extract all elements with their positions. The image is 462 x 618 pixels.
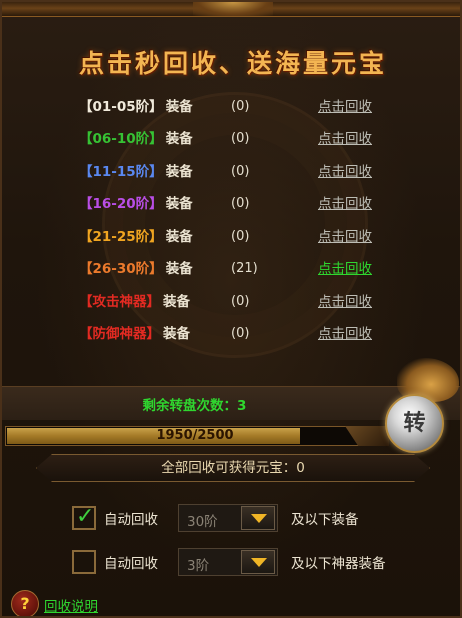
chevron-down-icon xyxy=(251,514,267,523)
tier-name: 【26-30阶】 装备 xyxy=(79,258,193,280)
recycle-row: 【01-05阶】 装备 (0) 点击回收 xyxy=(2,96,460,118)
dropdown-button[interactable] xyxy=(241,506,275,530)
recycle-row: 【防御神器】 装备 (0) 点击回收 xyxy=(2,323,460,345)
progress-text: 1950/2500 xyxy=(156,428,234,443)
tier-name: 【01-05阶】 装备 xyxy=(79,96,193,118)
item-count: (0) xyxy=(231,196,250,211)
help-icon[interactable]: ? xyxy=(11,590,39,616)
item-count: (0) xyxy=(231,326,250,341)
item-count: (0) xyxy=(231,131,250,146)
tier-label: 【21-25阶】 xyxy=(79,229,163,245)
equipment-word: 装备 xyxy=(165,99,193,115)
auto-recycle-equipment-checkbox[interactable]: ✓ xyxy=(72,504,96,530)
equipment-word: 装备 xyxy=(163,294,190,310)
recycle-row: 【21-25阶】 装备 (0) 点击回收 xyxy=(2,226,460,248)
equipment-word: 装备 xyxy=(165,261,193,277)
tier-name: 【11-15阶】 装备 xyxy=(79,161,193,183)
recycle-row: 【16-20阶】 装备 (0) 点击回收 xyxy=(2,193,460,215)
auto-recycle-artifact-checkbox[interactable]: ✓ xyxy=(72,550,96,574)
recycle-row: 【攻击神器】 装备 (0) 点击回收 xyxy=(2,291,460,313)
tier-name: 【21-25阶】 装备 xyxy=(79,226,193,248)
recycle-link[interactable]: 点击回收 xyxy=(318,128,372,150)
recycle-link[interactable]: 点击回收 xyxy=(318,291,372,313)
item-count: (21) xyxy=(231,261,258,276)
tier-label: 【16-20阶】 xyxy=(79,196,163,212)
equipment-tier-select[interactable]: 30阶 xyxy=(178,504,278,532)
recycle-row: 【11-15阶】 装备 (0) 点击回收 xyxy=(2,161,460,183)
select-value: 30阶 xyxy=(187,514,218,530)
dropdown-button[interactable] xyxy=(241,550,275,574)
chevron-down-icon xyxy=(251,558,267,567)
spin-button[interactable]: 转 xyxy=(385,394,444,453)
recycle-link[interactable]: 点击回收 xyxy=(318,226,372,248)
recycle-link[interactable]: 点击回收 xyxy=(318,193,372,215)
tier-name: 【16-20阶】 装备 xyxy=(79,193,193,215)
recycle-panel: 点击秒回收、送海量元宝 【01-05阶】 装备 (0) 点击回收 【06-10阶】 装备(… xyxy=(0,0,462,618)
select-value: 3阶 xyxy=(187,558,210,574)
recycle-row: 【26-30阶】 装备 (21) 点击回收 xyxy=(2,258,460,280)
auto-recycle-equipment-row: ✓ 自动回收 30阶 及以下装备 xyxy=(2,502,460,534)
recycle-link[interactable]: 点击回收 xyxy=(318,161,372,183)
auto-recycle-artifact-row: ✓ 自动回收 3阶 及以下神器装备 xyxy=(2,546,460,578)
equipment-word: 装备 xyxy=(165,164,193,180)
recycle-row: 【06-10阶】 装备 (0) 点击回收 xyxy=(2,128,460,150)
recycle-help-link[interactable]: 回收说明 xyxy=(44,595,98,615)
top-ornament xyxy=(193,2,273,16)
spin-button-label: 转 xyxy=(403,410,426,436)
recycle-link[interactable]: 点击回收 xyxy=(318,96,372,118)
tier-label: 【11-15阶】 xyxy=(79,164,163,180)
recycle-link[interactable]: 点击回收 xyxy=(318,258,372,280)
check-icon: ✓ xyxy=(76,504,95,529)
equipment-word: 装备 xyxy=(165,131,193,147)
tier-label: 【06-10阶】 xyxy=(79,131,163,147)
gain-text: 全部回收可获得元宝：0 xyxy=(161,460,305,476)
tier-label: 【26-30阶】 xyxy=(79,261,163,277)
recycle-link[interactable]: 点击回收 xyxy=(318,323,372,345)
equipment-word: 装备 xyxy=(163,326,190,342)
page-title: 点击秒回收、送海量元宝 xyxy=(78,49,387,78)
tier-label: 【01-05阶】 xyxy=(79,99,163,115)
tier-label: 【防御神器】 xyxy=(79,326,160,342)
tier-name: 【攻击神器】 装备 xyxy=(79,291,190,313)
item-count: (0) xyxy=(231,99,250,114)
artifact-tier-select[interactable]: 3阶 xyxy=(178,548,278,576)
tier-name: 【防御神器】 装备 xyxy=(79,323,190,345)
item-count: (0) xyxy=(231,164,250,179)
equipment-suffix: 及以下装备 xyxy=(291,512,359,528)
item-count: (0) xyxy=(231,294,250,309)
tier-label: 【攻击神器】 xyxy=(79,294,160,310)
artifact-suffix: 及以下神器装备 xyxy=(291,556,386,572)
equipment-word: 装备 xyxy=(165,196,193,212)
tier-name: 【06-10阶】 装备 xyxy=(79,128,193,150)
equipment-word: 装备 xyxy=(165,229,193,245)
auto-recycle-label: 自动回收 xyxy=(104,556,158,572)
remaining-spins: 剩余转盘次数：3 xyxy=(142,398,247,414)
item-count: (0) xyxy=(231,229,250,244)
progress-bar: 1950/2500 xyxy=(5,426,385,446)
auto-recycle-label: 自动回收 xyxy=(104,512,158,528)
